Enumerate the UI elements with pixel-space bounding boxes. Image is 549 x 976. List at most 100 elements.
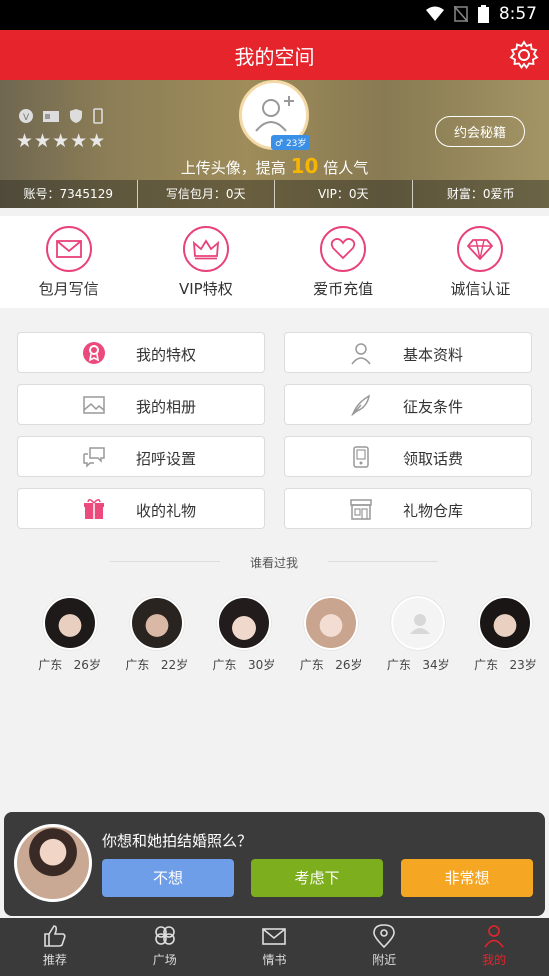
feather-icon	[351, 394, 371, 417]
menu-my-privileges[interactable]: 我的特权	[17, 332, 265, 373]
visitor-item[interactable]: 广东 26岁	[26, 596, 113, 673]
menu-label: 征友条件	[403, 398, 464, 416]
visitor-age: 34岁	[422, 658, 450, 672]
id-card-icon	[43, 111, 59, 122]
status-bar: 8:57	[0, 0, 549, 30]
visitor-avatar-placeholder	[391, 596, 446, 650]
add-avatar-icon	[255, 96, 294, 132]
quick-recharge[interactable]: 爱币充值	[275, 216, 412, 308]
thumbs-up-icon	[44, 925, 66, 947]
phone-icon	[353, 446, 369, 468]
visitor-item[interactable]: 广东 22岁	[113, 596, 200, 673]
privilege-icon	[83, 342, 105, 364]
age-badge-text: 23岁	[285, 139, 307, 149]
gift-icon	[84, 499, 104, 519]
crown-icon	[192, 239, 219, 260]
upload-tip-pre: 上传头像，提高	[180, 159, 286, 177]
heart-icon	[330, 238, 356, 260]
tab-label: 推荐	[42, 953, 67, 967]
visitor-avatar	[304, 596, 359, 650]
quick-label: 诚信认证	[450, 280, 511, 298]
wedding-photo-prompt: 你想和她拍结婚照么？ 不想 考虑下 非常想	[4, 812, 545, 916]
visitor-region: 广东	[386, 658, 411, 672]
visitor-avatar	[42, 596, 97, 650]
user-icon	[484, 925, 504, 948]
very-much-button[interactable]: 非常想	[401, 859, 533, 897]
menu-gift-warehouse[interactable]: 礼物仓库	[284, 488, 532, 529]
upload-tip: 上传头像，提高 10 倍人气	[0, 154, 549, 178]
bottom-tab-bar: 推荐 广场 情书 附近 我的	[0, 918, 549, 976]
divider	[110, 561, 220, 562]
tab-label: 情书	[262, 953, 287, 967]
visitors-title: 谁看过我	[249, 556, 298, 570]
visitor-age: 26岁	[335, 658, 363, 672]
menu-label: 基本资料	[403, 346, 464, 364]
visitor-avatar	[129, 596, 184, 650]
menu-greeting-settings[interactable]: 招呼设置	[17, 436, 265, 477]
phone-badge-icon	[93, 108, 103, 124]
maybe-button[interactable]: 考虑下	[251, 859, 383, 897]
tab-label: 附近	[372, 953, 397, 967]
menu-partner-criteria[interactable]: 征友条件	[284, 384, 532, 425]
prompt-question: 你想和她拍结婚照么？	[102, 832, 253, 850]
visitor-region: 广东	[125, 658, 150, 672]
dating-tips-button[interactable]: 约会秘籍	[434, 116, 525, 147]
visitor-item[interactable]: 广东 26岁	[288, 596, 375, 673]
diamond-icon	[467, 239, 494, 260]
age-badge: ♂ 23岁	[271, 135, 311, 150]
prompt-avatar	[14, 824, 92, 902]
location-icon	[373, 924, 396, 948]
visitor-item[interactable]: 广东 30岁	[200, 596, 287, 673]
quick-actions: 包月写信 VIP特权 爱币充值 诚信认证	[0, 216, 549, 308]
menu-my-album[interactable]: 我的相册	[17, 384, 265, 425]
tab-nearby[interactable]: 附近	[329, 918, 439, 976]
quick-label: VIP特权	[179, 280, 233, 298]
profile-header: V ★★★★★ ♂ 23岁 上传头像，提高 10 倍人气 约会秘籍 账号：734…	[0, 80, 549, 208]
no-sim-icon	[453, 6, 468, 22]
quick-monthly-letter[interactable]: 包月写信	[0, 216, 137, 308]
tab-love-letters[interactable]: 情书	[220, 918, 330, 976]
mail-icon	[262, 928, 287, 945]
visitor-age: 26岁	[73, 658, 101, 672]
tab-square[interactable]: 广场	[110, 918, 220, 976]
no-button[interactable]: 不想	[102, 859, 234, 897]
stat-monthly-letter: 写信包月：0天	[138, 180, 275, 208]
menu-label: 礼物仓库	[403, 502, 464, 520]
tab-label: 广场	[152, 953, 177, 967]
menu-grid: 我的特权 基本资料 我的相册 征友条件 招呼设置 领取话费 收的礼物 礼物仓库	[17, 332, 532, 529]
stat-vip: VIP：0天	[275, 180, 413, 208]
rating-stars: ★★★★★	[16, 130, 107, 152]
store-icon	[350, 499, 372, 520]
gear-icon[interactable]	[509, 40, 539, 70]
tab-mine[interactable]: 我的	[439, 918, 549, 976]
tab-recommend[interactable]: 推荐	[0, 918, 110, 976]
default-avatar-icon	[410, 614, 431, 634]
quick-vip[interactable]: VIP特权	[137, 216, 274, 308]
stat-wealth: 财富：0爱币	[446, 187, 515, 201]
menu-label: 我的特权	[136, 346, 197, 364]
visitor-age: 30岁	[248, 658, 276, 672]
upload-tip-number: 10	[290, 154, 319, 178]
visitors-heading: 谁看过我	[110, 552, 438, 572]
wifi-icon	[425, 6, 444, 21]
menu-basic-info[interactable]: 基本资料	[284, 332, 532, 373]
status-time: 8:57	[498, 4, 537, 24]
stats-bar: 账号：7345129 写信包月：0天 VIP：0天 财富：0爱币	[0, 180, 549, 208]
visitor-region: 广东	[474, 658, 499, 672]
visitor-region: 广东	[38, 658, 63, 672]
envelope-icon	[55, 240, 82, 258]
quick-verify[interactable]: 诚信认证	[412, 216, 549, 308]
menu-phone-credit[interactable]: 领取话费	[284, 436, 532, 477]
visitor-region: 广东	[299, 658, 324, 672]
visitor-age: 22岁	[160, 658, 189, 672]
visitor-item[interactable]: 广东 34岁	[375, 596, 462, 673]
divider	[328, 561, 438, 562]
visitor-avatar	[478, 596, 533, 650]
menu-received-gifts[interactable]: 收的礼物	[17, 488, 265, 529]
visitor-item[interactable]: 广东 23岁	[462, 596, 549, 673]
menu-label: 我的相册	[136, 398, 197, 416]
upload-tip-post: 倍人气	[323, 159, 369, 177]
menu-label: 收的礼物	[136, 502, 197, 520]
badge-icons: V	[18, 108, 104, 124]
tab-label: 我的	[482, 953, 507, 967]
